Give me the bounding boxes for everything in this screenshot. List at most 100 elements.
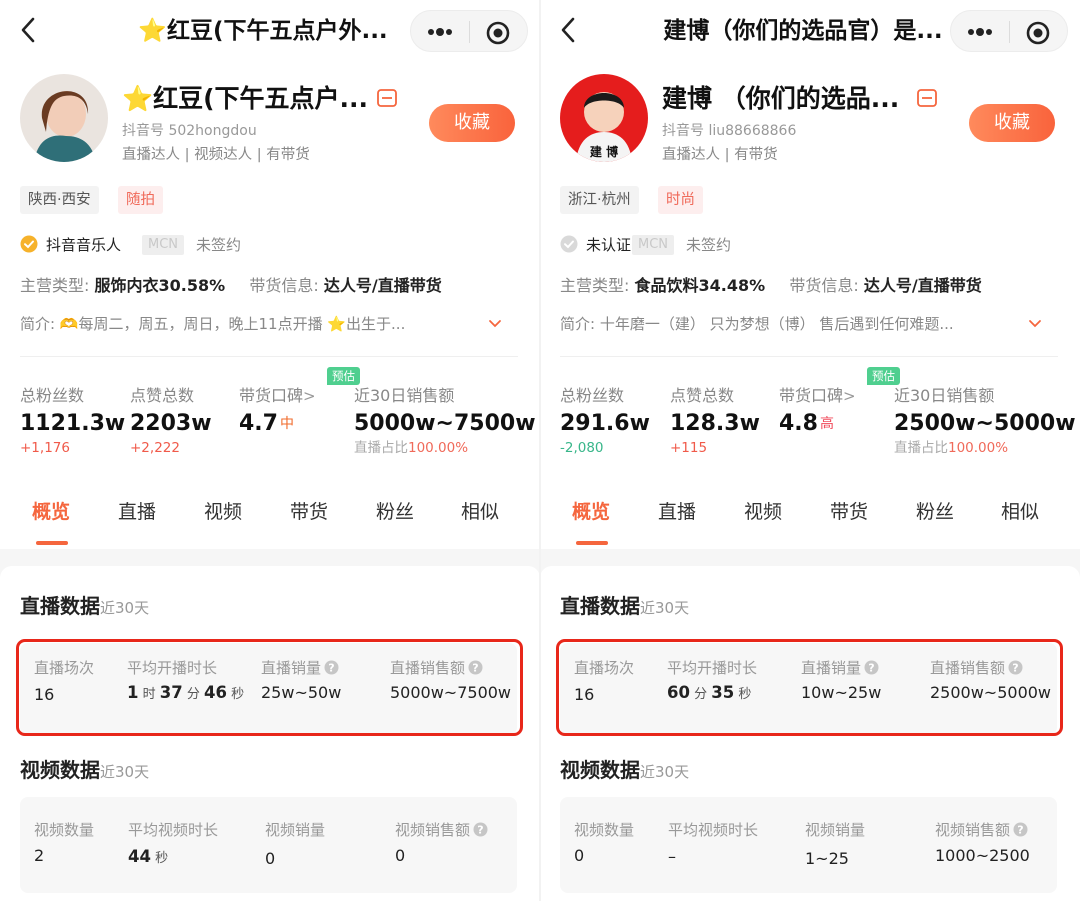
video-volume-value: 0 (265, 849, 276, 868)
avg-video-duration-label: 平均视频时长 (128, 821, 219, 839)
chevron-down-icon[interactable] (488, 317, 502, 331)
avg-video-duration-value: – (668, 847, 676, 866)
video-title: 视频数据 (20, 758, 100, 782)
tab-sales[interactable]: 带货 (290, 496, 328, 528)
nav-bar: ⭐红豆(下午五点户外... (0, 0, 540, 62)
tab-sales[interactable]: 带货 (830, 496, 868, 528)
sales30-label: 近30日销售额 (354, 386, 455, 405)
followers-value: 1121.3w (20, 411, 126, 436)
rating-label[interactable]: 带货口碑> (779, 385, 856, 407)
live-share: 直播占比100.00% (354, 439, 468, 457)
sales-info-value: 达人号/直播带货 (323, 276, 442, 295)
highlight-box (16, 639, 523, 736)
rating-level: 中 (280, 416, 294, 432)
sales-info-label: 带货信息: (789, 276, 859, 295)
highlight-box (556, 639, 1063, 736)
shop-window-icon[interactable] (915, 86, 939, 110)
video-count-label: 视频数量 (34, 821, 95, 839)
creator-roles: 直播达人 | 视频达人 | 有带货 (122, 147, 310, 163)
creator-panel-right: 建博（你们的选品官）是... 建 博 建博 （你们的选品... 收藏 抖音号 l… (540, 0, 1080, 901)
mini-program-capsule (410, 10, 528, 52)
video-metrics-box: 视频数量 2 平均视频时长 44 秒 视频销量 0 视频销售额? 0 (20, 797, 517, 893)
likes-value: 2203w (130, 411, 212, 436)
followers-delta: -2,080 (560, 440, 604, 456)
tab-fans[interactable]: 粉丝 (376, 496, 414, 528)
tab-video[interactable]: 视频 (744, 496, 782, 528)
avatar-caption: 建 博 (589, 144, 618, 159)
active-tab-indicator (576, 541, 608, 545)
tab-live[interactable]: 直播 (118, 496, 156, 528)
tab-overview[interactable]: 概览 (32, 496, 70, 528)
avg-video-duration-label: 平均视频时长 (668, 821, 759, 839)
avg-video-duration-value: 44 秒 (128, 845, 168, 871)
likes-value: 128.3w (670, 411, 760, 436)
more-icon[interactable] (425, 23, 455, 41)
mcn-status: 未签约 (686, 236, 732, 254)
back-icon[interactable] (558, 16, 580, 44)
certification-label: 抖音音乐人 (46, 236, 122, 254)
shop-window-icon[interactable] (375, 86, 399, 110)
svg-text:?: ? (1017, 824, 1023, 837)
chevron-right-icon: > (303, 387, 316, 405)
duration-unit: 秒 (150, 851, 169, 866)
collect-button[interactable]: 收藏 (429, 104, 515, 142)
avatar-photo: 建 博 (560, 74, 648, 162)
live-title: 直播数据 (20, 594, 100, 618)
mcn-badge: MCN (142, 235, 185, 255)
avatar[interactable]: 建 博 (560, 74, 648, 162)
main-category-label: 主营类型: (20, 276, 90, 295)
chevron-down-icon[interactable] (1028, 317, 1042, 331)
region-tag: 浙江·杭州 (560, 186, 639, 214)
unverified-badge-icon (560, 235, 578, 253)
douyin-id: 抖音号 liu88668866 (662, 123, 797, 139)
more-icon[interactable] (965, 23, 995, 41)
rating-label[interactable]: 带货口碑> (239, 385, 316, 407)
rating-label-text: 带货口碑 (239, 386, 304, 405)
video-section-title: 视频数据近30天 (560, 755, 689, 787)
collect-button[interactable]: 收藏 (969, 104, 1055, 142)
followers-label: 总粉丝数 (560, 386, 625, 405)
likes-delta: +115 (670, 440, 708, 456)
main-category-label: 主营类型: (560, 276, 630, 295)
tab-fans[interactable]: 粉丝 (916, 496, 954, 528)
region-tag: 陕西·西安 (20, 186, 99, 214)
close-target-icon[interactable] (1025, 20, 1051, 46)
live-title: 直播数据 (560, 594, 640, 618)
business-info: 主营类型: 服饰内衣30.58% 带货信息: 达人号/直播带货 (20, 274, 442, 298)
douyin-id: 抖音号 502hongdou (122, 123, 257, 139)
svg-text:?: ? (477, 824, 483, 837)
likes-delta: +2,222 (130, 440, 180, 456)
sales30-value: 5000w~7500w (354, 411, 536, 436)
video-revenue-value: 0 (395, 846, 406, 865)
followers-label: 总粉丝数 (20, 386, 85, 405)
mini-program-capsule (950, 10, 1068, 52)
tab-bar: 概览 直播 视频 带货 粉丝 相似 (0, 496, 540, 536)
rating-level: 高 (820, 416, 834, 432)
bio[interactable]: 简介: 🫶每周二，周五，周日，晚上11点开播 ⭐出生于... (20, 312, 480, 336)
help-icon[interactable]: ? (473, 822, 488, 837)
tab-bar: 概览 直播 视频 带货 粉丝 相似 (540, 496, 1080, 536)
video-revenue-label-text: 视频销售额 (395, 821, 471, 839)
live-share-label: 直播占比 (894, 440, 948, 456)
help-icon[interactable]: ? (1013, 822, 1028, 837)
likes-label: 点赞总数 (670, 386, 735, 405)
section-divider (560, 356, 1058, 357)
sales30-value: 2500w~5000w (894, 411, 1076, 436)
sales-info-value: 达人号/直播带货 (863, 276, 982, 295)
tab-similar[interactable]: 相似 (1001, 496, 1039, 528)
tab-overview[interactable]: 概览 (572, 496, 610, 528)
live-section-title: 直播数据近30天 (20, 591, 149, 623)
avatar[interactable] (20, 74, 108, 162)
mcn-status: 未签约 (196, 236, 242, 254)
video-volume-value: 1~25 (805, 849, 849, 868)
tab-live[interactable]: 直播 (658, 496, 696, 528)
back-icon[interactable] (18, 16, 40, 44)
tab-video[interactable]: 视频 (204, 496, 242, 528)
bio[interactable]: 简介: 十年磨一（建） 只为梦想（博） 售后遇到任何难题... (560, 312, 1020, 336)
live-subtitle: 近30天 (100, 599, 150, 617)
active-tab-indicator (36, 541, 68, 545)
close-target-icon[interactable] (485, 20, 511, 46)
avatar-photo (20, 74, 108, 162)
tab-similar[interactable]: 相似 (461, 496, 499, 528)
panel-divider (539, 0, 541, 901)
